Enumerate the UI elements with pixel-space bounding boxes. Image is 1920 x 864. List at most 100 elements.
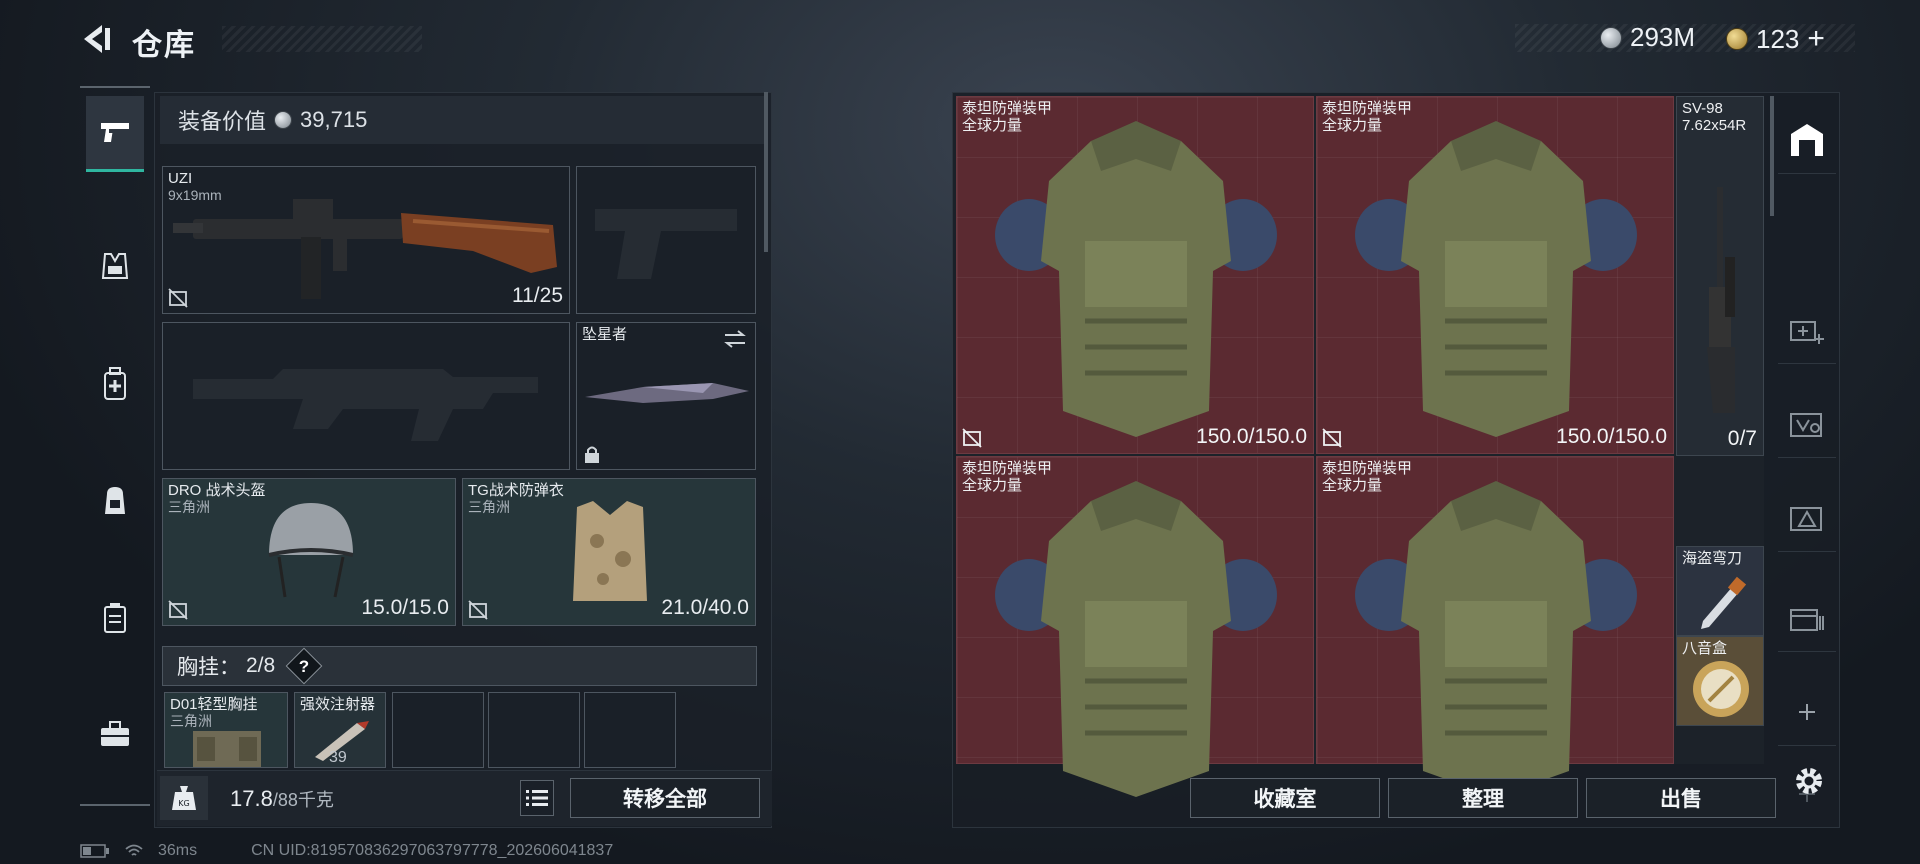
nav-armor[interactable] xyxy=(86,228,144,304)
left-category-nav xyxy=(80,86,150,806)
help-icon[interactable]: ? xyxy=(285,647,323,685)
armor-item[interactable]: 泰坦防弹装甲 全球力量 150.0/150.0 xyxy=(956,96,1314,454)
sell-button[interactable]: 出售 xyxy=(1586,778,1776,818)
music-box-item[interactable]: 八音盒 xyxy=(1676,636,1764,726)
helmet-durability: 15.0/15.0 xyxy=(361,596,449,619)
settings-gear-icon[interactable] xyxy=(1792,764,1826,798)
titan-armor-image xyxy=(995,481,1277,797)
weapon-caliber: 9x19mm xyxy=(168,187,222,203)
titan-armor-image xyxy=(1355,121,1637,437)
knife-item[interactable]: 海盗弯刀 xyxy=(1676,546,1764,636)
helmet-sub: 三角洲 xyxy=(168,499,210,515)
uzi-rifle-image xyxy=(173,199,557,299)
wifi-icon xyxy=(125,844,143,856)
weapon-name: UZI xyxy=(168,170,193,187)
helmet-name: DRO 战术头盔 xyxy=(168,482,266,499)
rig-item-name: 强效注射器 xyxy=(300,696,376,713)
collection-room-button[interactable]: 收藏室 xyxy=(1190,778,1380,818)
weight-readout: 17.8/88千克 xyxy=(230,786,334,812)
weight-icon-box: KG xyxy=(160,776,208,820)
sniper-ammo: 0/7 xyxy=(1727,427,1757,450)
rig-item-slot[interactable]: 强效注射器 39 xyxy=(294,692,386,768)
case-icon xyxy=(104,603,126,633)
rig-label: 胸挂： xyxy=(177,656,240,679)
vest-durability: 21.0/40.0 xyxy=(661,596,749,619)
tab-misc[interactable] xyxy=(1778,584,1836,652)
no-trade-icon xyxy=(1322,428,1342,448)
tab-add-medical[interactable] xyxy=(1778,296,1836,364)
nav-weapons[interactable] xyxy=(86,96,144,172)
equipment-value-bar: 装备价值 39,715 xyxy=(160,96,764,144)
tab-warehouse[interactable] xyxy=(1778,106,1836,174)
gold-currency[interactable]: 123 + xyxy=(1726,22,1825,56)
transfer-all-button[interactable]: 转移全部 xyxy=(570,778,760,818)
pistol-slot[interactable] xyxy=(576,166,756,314)
empty-rig-slot[interactable] xyxy=(584,692,676,768)
swap-icon[interactable] xyxy=(723,329,747,349)
weight-icon: KG xyxy=(172,786,196,810)
vest-slot[interactable]: TG战术防弹衣 三角洲 21.0/40.0 xyxy=(462,478,756,626)
vest-image xyxy=(573,501,647,601)
silver-coin-icon xyxy=(274,111,293,129)
rig-item-name: D01轻型胸挂 xyxy=(170,696,258,713)
nav-toolbox[interactable] xyxy=(86,696,144,772)
header-decoration xyxy=(222,26,422,52)
weight-current: 17.8 xyxy=(230,786,273,811)
vest-sub: 三角洲 xyxy=(468,499,510,515)
rig-count: 2/8 xyxy=(246,654,276,677)
helmet-slot[interactable]: DRO 战术头盔 三角洲 15.0/15.0 xyxy=(162,478,456,626)
rig-item-slot[interactable]: D01轻型胸挂 三角洲 xyxy=(164,692,288,768)
rifle-silhouette-icon xyxy=(193,369,538,441)
pistol-icon xyxy=(101,122,129,142)
armor-item[interactable]: 泰坦防弹装甲 全球力量 150.0/150.0 xyxy=(1316,96,1674,454)
vest-icon xyxy=(101,253,129,279)
weight-max: /88千克 xyxy=(272,790,334,810)
medical-add-icon xyxy=(1790,320,1824,344)
knife-image xyxy=(585,383,749,403)
toolbox-icon xyxy=(101,721,129,746)
knife-name: 海盗弯刀 xyxy=(1682,550,1743,567)
armor-durability: 150.0/150.0 xyxy=(1196,425,1307,448)
equipment-value: 39,715 xyxy=(300,107,368,132)
list-view-button[interactable] xyxy=(520,780,554,816)
nav-container[interactable] xyxy=(86,580,144,656)
sort-button[interactable]: 整理 xyxy=(1388,778,1578,818)
ammo-box-icon xyxy=(1790,506,1822,531)
empty-rig-slot[interactable] xyxy=(488,692,580,768)
add-tab-button[interactable] xyxy=(1778,678,1836,746)
armor-item[interactable]: 泰坦防弹装甲 全球力量 xyxy=(956,456,1314,797)
list-icon xyxy=(526,790,548,806)
rig-item-count: 39 xyxy=(329,749,347,766)
primary-weapon-slot[interactable]: UZI 9x19mm 11/25 xyxy=(162,166,570,314)
user-uid: CN UID:819570836297063797778_20260604183… xyxy=(251,842,614,859)
gold-amount: 123 xyxy=(1756,23,1800,54)
loadout-scrollbar[interactable] xyxy=(764,92,768,252)
music-box-name: 八音盒 xyxy=(1682,640,1728,657)
storage-tabs xyxy=(1778,96,1836,802)
no-trade-icon xyxy=(962,428,982,448)
back-arrow-icon[interactable] xyxy=(78,22,112,56)
storage-box-icon xyxy=(1790,608,1824,631)
svg-text:KG: KG xyxy=(178,799,189,808)
sniper-rifle-image xyxy=(1707,187,1735,413)
tab-valuables[interactable] xyxy=(1778,390,1836,458)
no-trade-icon xyxy=(168,600,188,620)
armor-item[interactable]: 泰坦防弹装甲 全球力量 xyxy=(1316,456,1674,797)
secondary-weapon-slot[interactable] xyxy=(162,322,570,470)
sniper-caliber: 7.62x54R xyxy=(1682,117,1747,134)
lock-icon xyxy=(585,446,599,463)
add-gold-icon[interactable]: + xyxy=(1807,22,1825,56)
storage-scrollbar[interactable] xyxy=(1770,96,1774,216)
page-title: 仓库 xyxy=(132,29,196,62)
tab-ammo[interactable] xyxy=(1778,484,1836,552)
status-bar: 36ms CN UID:819570836297063797778_202606… xyxy=(80,842,613,860)
empty-rig-slot[interactable] xyxy=(392,692,484,768)
silver-coin-icon xyxy=(1600,26,1622,49)
sniper-item[interactable]: SV-98 7.62x54R 0/7 xyxy=(1676,96,1764,456)
titan-armor-image xyxy=(995,121,1277,437)
melee-slot[interactable]: 坠星者 xyxy=(576,322,756,470)
nav-backpack[interactable] xyxy=(86,462,144,538)
vest-name: TG战术防弹衣 xyxy=(468,482,564,499)
no-trade-icon xyxy=(468,600,488,620)
nav-medical[interactable] xyxy=(86,346,144,422)
